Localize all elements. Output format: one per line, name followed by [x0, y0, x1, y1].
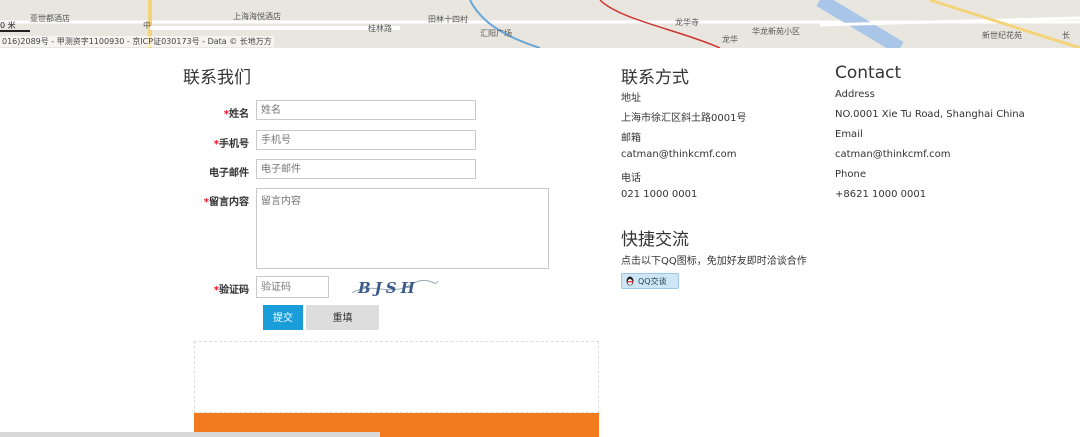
message-textarea[interactable] [256, 188, 549, 269]
map-label: 亚世都酒店 [30, 14, 70, 23]
quick-desc: 点击以下QQ图标，免加好友即时洽谈合作 [621, 256, 807, 267]
captcha-image[interactable]: BJSH [350, 275, 440, 299]
comment-area [194, 341, 599, 413]
address-cn-value: 上海市徐汇区斜土路0001号 [621, 113, 747, 124]
message-label-text: 留言内容 [209, 197, 249, 208]
message-label: *留言内容 [169, 193, 249, 208]
captcha-input[interactable] [256, 276, 329, 298]
phone-label: *手机号 [169, 135, 249, 150]
contact-en-title: Contact [835, 63, 902, 83]
reset-button[interactable]: 重填 [306, 305, 379, 330]
map-scale-bar [0, 30, 30, 32]
map-label: 桂林路 [368, 24, 392, 33]
map-label: 龙华寺 [675, 18, 699, 27]
qq-chat-button[interactable]: QQ交谈 [621, 273, 679, 289]
qq-button-label: QQ交谈 [638, 277, 667, 286]
map-label: 龙华 [722, 35, 738, 44]
address-en-label: Address [835, 89, 875, 100]
email-en-label: Email [835, 129, 863, 140]
email-cn-label: 邮箱 [621, 133, 641, 144]
address-en-value: NO.0001 Xie Tu Road, Shanghai China [835, 109, 1025, 120]
email-cn-value: catman@thinkcmf.com [621, 149, 737, 160]
name-label-text: 姓名 [229, 109, 249, 120]
map-copyright: 016)2089号 - 甲测资字1100930 - 京ICP证030173号 -… [0, 36, 274, 47]
email-input[interactable] [256, 159, 476, 179]
qq-penguin-icon [626, 276, 634, 286]
captcha-label-text: 验证码 [219, 285, 249, 296]
phone-input[interactable] [256, 130, 476, 150]
phone-en-label: Phone [835, 169, 866, 180]
map-label: 汇阳广场 [480, 29, 512, 38]
quick-title: 快捷交流 [621, 230, 689, 250]
map-label: 上海海悦酒店 [233, 12, 281, 21]
phone-cn-label: 电话 [621, 173, 641, 184]
name-label: *姓名 [169, 105, 249, 120]
email-en-value: catman@thinkcmf.com [835, 149, 951, 160]
captcha-label: *验证码 [169, 281, 249, 296]
form-title: 联系我们 [183, 68, 251, 88]
map-label: 田林十四村 [428, 15, 468, 24]
email-label: 电子邮件 [209, 168, 249, 179]
address-cn-label: 地址 [621, 93, 641, 104]
contact-cn-title: 联系方式 [621, 68, 689, 88]
captcha-text: BJSH [357, 279, 419, 297]
phone-label-text: 手机号 [219, 139, 249, 150]
map-label: 华龙新苑小区 [752, 27, 800, 36]
map-label: 中 [143, 21, 151, 30]
map-label: 新世纪花苑 [982, 31, 1022, 40]
phone-en-value: +8621 1000 0001 [835, 189, 927, 200]
name-input[interactable] [256, 100, 476, 120]
map-label: 长 [1062, 31, 1070, 40]
phone-cn-value: 021 1000 0001 [621, 189, 698, 200]
map-strip[interactable]: 亚世都酒店 中 上海海悦酒店 桂林路 田林十四村 汇阳广场 龙华寺 龙华 华龙新… [0, 0, 1080, 48]
submit-button[interactable]: 提交 [263, 305, 303, 330]
horizontal-scrollbar[interactable] [0, 432, 380, 437]
